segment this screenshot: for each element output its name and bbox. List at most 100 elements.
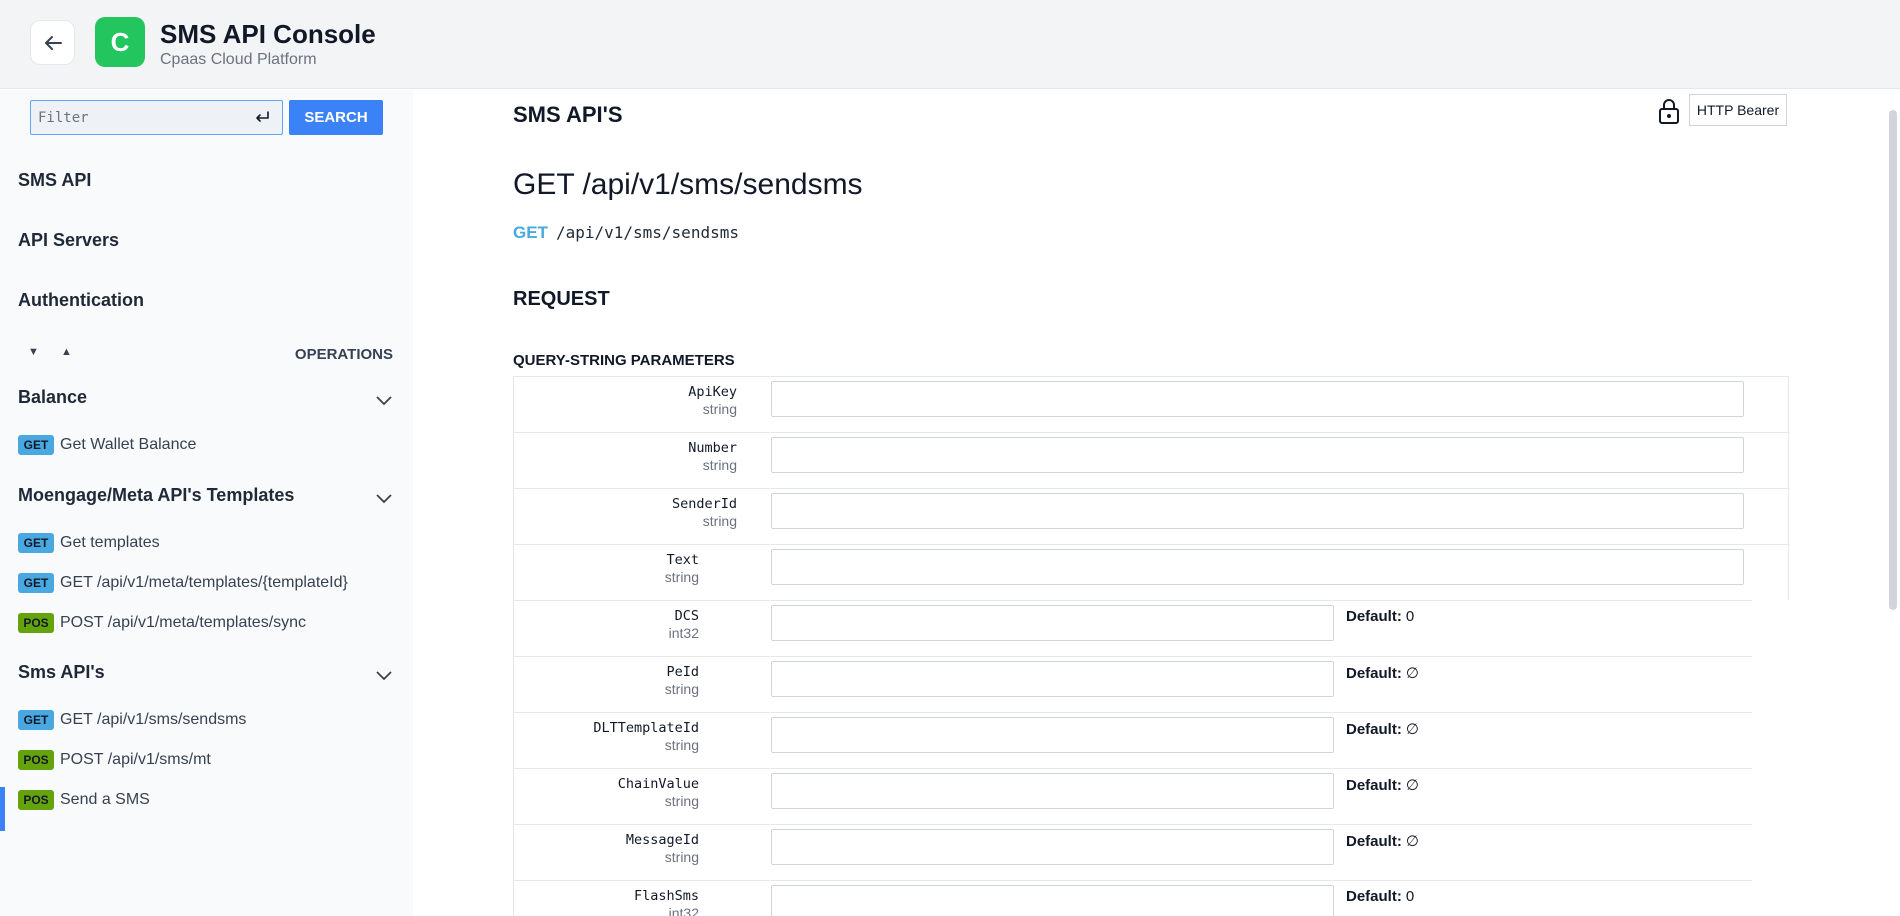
messageid-input[interactable]	[771, 829, 1334, 865]
param-default: Default: ∅	[1346, 720, 1419, 738]
param-default: Default: ∅	[1346, 776, 1419, 794]
op-label: Send a SMS	[60, 791, 150, 808]
search-button[interactable]: SEARCH	[289, 100, 383, 135]
op-get-templates[interactable]: GET Get templates	[18, 530, 160, 556]
sidebar: SEARCH SMS API API Servers Authenticatio…	[0, 90, 413, 916]
param-row-number: Number string	[514, 433, 1790, 489]
op-label: POST /api/v1/sms/mt	[60, 751, 211, 768]
operations-row: ▼ ▲ OPERATIONS	[18, 342, 393, 366]
param-row-dcs: DCS int32 Default: 0	[514, 601, 1752, 657]
request-heading: REQUEST	[513, 288, 610, 310]
sidebar-link-authentication[interactable]: Authentication	[18, 290, 144, 311]
method-badge: GET	[18, 710, 54, 730]
op-get-template-by-id[interactable]: GET GET /api/v1/meta/templates/{template…	[18, 570, 348, 596]
param-type: int32	[668, 625, 699, 641]
chevron-down-icon[interactable]	[375, 395, 393, 407]
text-input[interactable]	[771, 549, 1744, 585]
flashsms-input[interactable]	[771, 885, 1334, 916]
default-label: Default:	[1346, 721, 1402, 738]
param-type: int32	[668, 905, 699, 916]
op-post-templates-sync[interactable]: POS POST /api/v1/meta/templates/sync	[18, 610, 306, 636]
method-badge: GET	[18, 435, 54, 455]
default-value: ∅	[1405, 777, 1419, 794]
dcs-input[interactable]	[771, 605, 1334, 641]
op-get-sendsms[interactable]: GET GET /api/v1/sms/sendsms	[18, 707, 246, 733]
peid-input[interactable]	[771, 661, 1334, 697]
lock-icon[interactable]	[1657, 97, 1681, 125]
param-name: FlashSms	[633, 888, 699, 904]
op-send-a-sms[interactable]: POS Send a SMS	[18, 787, 150, 813]
param-row-senderid: SenderId string	[514, 489, 1790, 545]
chevron-down-icon[interactable]	[375, 493, 393, 505]
method-badge: GET	[18, 533, 54, 553]
enter-icon	[256, 111, 269, 122]
dlttemplateid-input[interactable]	[771, 717, 1334, 753]
endpoint-title: GET /api/v1/sms/sendsms	[513, 168, 863, 201]
params-table: ApiKey string Number string SenderId str…	[513, 376, 1790, 916]
op-label: Get templates	[60, 534, 160, 551]
app-logo: C	[95, 17, 145, 67]
param-row-dlttemplateid: DLTTemplateId string Default: ∅	[514, 713, 1752, 769]
main-content: SMS API'S HTTP Bearer GET /api/v1/sms/se…	[413, 90, 1900, 916]
chainvalue-input[interactable]	[771, 773, 1334, 809]
scrollbar[interactable]	[1889, 110, 1897, 610]
param-type: string	[702, 401, 737, 417]
collapse-all-icon[interactable]: ▲	[61, 346, 72, 358]
default-value: ∅	[1405, 665, 1419, 682]
method-badge: GET	[18, 573, 54, 593]
param-name: PeId	[666, 664, 699, 680]
number-input[interactable]	[771, 437, 1744, 473]
param-name: ApiKey	[688, 384, 737, 400]
arrow-left-icon	[44, 35, 62, 50]
app-title: SMS API Console	[160, 19, 376, 49]
sidebar-link-api-servers[interactable]: API Servers	[18, 230, 119, 251]
section-title: SMS API'S	[513, 102, 623, 127]
param-name: Text	[666, 552, 699, 568]
default-label: Default:	[1346, 665, 1402, 682]
default-value: 0	[1405, 608, 1415, 625]
default-label: Default:	[1346, 608, 1402, 625]
app-header: C SMS API Console Cpaas Cloud Platform	[0, 0, 1900, 89]
op-label: GET /api/v1/meta/templates/{templateId}	[60, 574, 348, 591]
path-label: /api/v1/sms/sendsms	[555, 223, 739, 242]
sidebar-link-sms-api[interactable]: SMS API	[18, 170, 91, 191]
op-label: Get Wallet Balance	[60, 436, 197, 453]
group-title-balance[interactable]: Balance	[18, 387, 87, 408]
param-name: MessageId	[625, 832, 699, 848]
param-row-flashsms: FlashSms int32 Default: 0	[514, 881, 1752, 916]
filter-input[interactable]	[31, 101, 251, 134]
param-row-chainvalue: ChainValue string Default: ∅	[514, 769, 1752, 825]
method-badge: POS	[18, 790, 54, 810]
chevron-down-icon[interactable]	[375, 670, 393, 682]
op-label: POST /api/v1/meta/templates/sync	[60, 614, 307, 631]
active-item-marker	[0, 787, 5, 831]
group-title-templates[interactable]: Moengage/Meta API's Templates	[18, 485, 294, 506]
op-get-wallet-balance[interactable]: GET Get Wallet Balance	[18, 432, 196, 458]
param-type: string	[702, 457, 737, 473]
param-row-apikey: ApiKey string	[514, 377, 1790, 433]
group-title-sms-apis[interactable]: Sms API's	[18, 662, 105, 683]
param-name: ChainValue	[617, 776, 699, 792]
default-value: 0	[1405, 888, 1415, 905]
default-label: Default:	[1346, 833, 1402, 850]
method-badge: POS	[18, 613, 54, 633]
op-label: GET /api/v1/sms/sendsms	[60, 711, 247, 728]
expand-all-icon[interactable]: ▼	[28, 346, 39, 358]
apikey-input[interactable]	[771, 381, 1744, 417]
param-row-peid: PeId string Default: ∅	[514, 657, 1752, 713]
http-bearer-button[interactable]: HTTP Bearer	[1689, 94, 1787, 126]
param-name: DCS	[674, 608, 699, 624]
app-subtitle: Cpaas Cloud Platform	[160, 51, 317, 68]
param-default: Default: 0	[1346, 608, 1414, 625]
op-post-sms-mt[interactable]: POS POST /api/v1/sms/mt	[18, 747, 211, 773]
back-button[interactable]	[30, 20, 75, 65]
param-type: string	[664, 793, 699, 809]
senderid-input[interactable]	[771, 493, 1744, 529]
param-name: DLTTemplateId	[593, 720, 699, 736]
method-badge: POS	[18, 750, 54, 770]
endpoint-line: GET/api/v1/sms/sendsms	[513, 223, 739, 243]
param-type: string	[664, 737, 699, 753]
param-type: string	[664, 849, 699, 865]
param-type: string	[664, 681, 699, 697]
default-label: Default:	[1346, 777, 1402, 794]
